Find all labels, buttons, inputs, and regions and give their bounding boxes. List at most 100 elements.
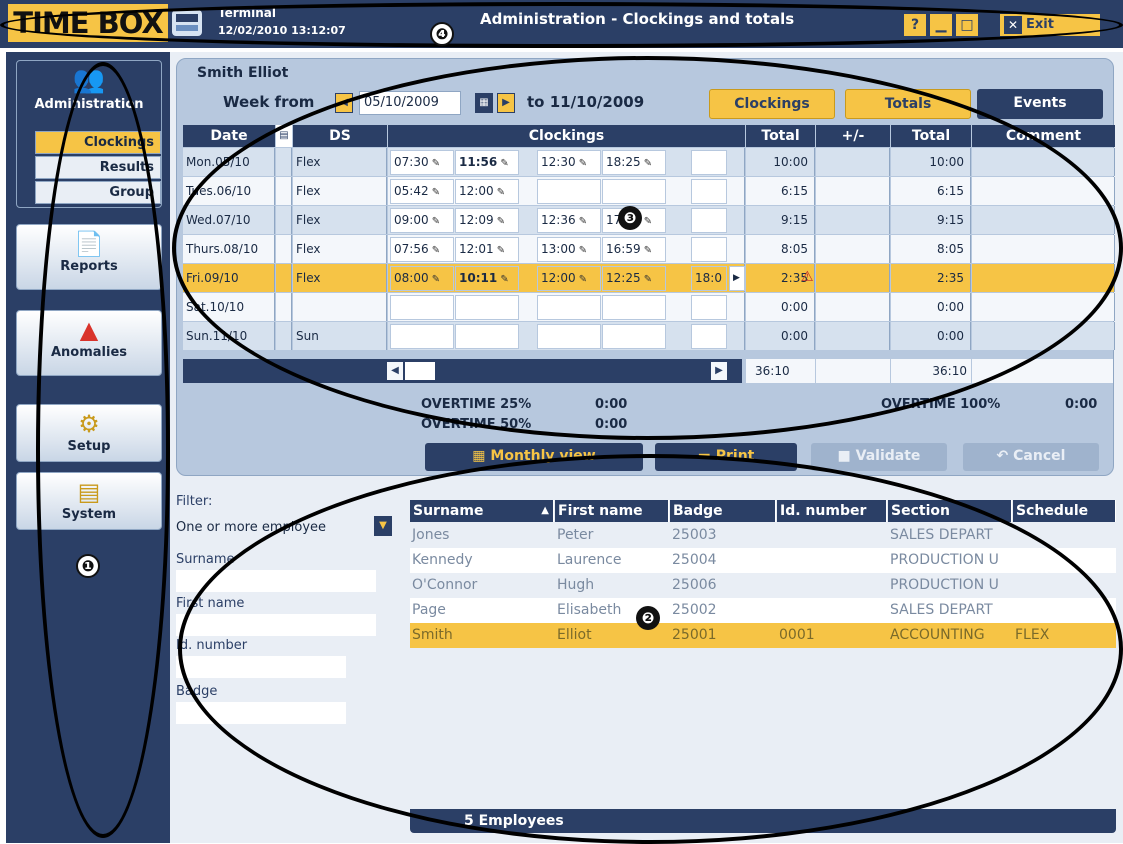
clocking-c2-field[interactable]	[455, 295, 519, 320]
clocking-row[interactable]: Thurs.08/10 Flex 8:05 8:05 07:56 ✎ 12:01 ✎ 13:…	[183, 235, 1115, 264]
sidebar-item-group[interactable]: Group	[35, 181, 161, 204]
sidebar-item-system[interactable]: ▤ System	[16, 472, 162, 530]
pencil-icon[interactable]: ✎	[494, 216, 505, 227]
clocking-c5-field[interactable]	[691, 208, 727, 233]
pencil-icon[interactable]: ✎	[494, 245, 505, 256]
clocking-c5-field[interactable]: 18:0	[691, 266, 727, 291]
cell-comment[interactable]	[972, 148, 1115, 176]
pencil-icon[interactable]: ✎	[497, 158, 508, 169]
clocking-row[interactable]: Mon.05/10 Flex 10:00 10:00 07:30 ✎ 11:56 ✎ 12:…	[183, 148, 1115, 177]
prev-week-button[interactable]: ◀	[335, 93, 353, 113]
col-id-number[interactable]: Id. number	[777, 500, 887, 522]
pencil-icon[interactable]: ✎	[497, 274, 508, 285]
clocking-c2-field[interactable]: 12:09 ✎	[455, 208, 519, 233]
sidebar-item-setup[interactable]: ⚙ Setup	[16, 404, 162, 462]
tab-totals[interactable]: Totals	[845, 89, 971, 119]
pencil-icon[interactable]: ✎	[429, 158, 440, 169]
id-number-field[interactable]	[176, 656, 346, 678]
sidebar-item-results[interactable]: Results	[35, 156, 161, 179]
clocking-c2-field[interactable]: 11:56 ✎	[455, 150, 519, 175]
minimize-button[interactable]: ▁	[930, 14, 952, 36]
clocking-c1-field[interactable]: 09:00 ✎	[390, 208, 454, 233]
next-week-button[interactable]: ▶	[497, 93, 515, 113]
pencil-icon[interactable]: ✎	[429, 245, 440, 256]
cell-comment[interactable]	[972, 206, 1115, 234]
help-button[interactable]: ?	[904, 14, 926, 36]
pencil-icon[interactable]: ✎	[429, 216, 440, 227]
sidebar-item-clockings[interactable]: Clockings	[35, 131, 161, 154]
clocking-c4-field[interactable]	[602, 324, 666, 349]
clocking-c5-field[interactable]	[691, 295, 727, 320]
clocking-c3-field[interactable]	[537, 179, 601, 204]
pencil-icon[interactable]: ✎	[494, 187, 505, 198]
table-row[interactable]: Smith Elliot 25001 0001 ACCOUNTING FLEX	[410, 623, 1116, 648]
date-from-field[interactable]: 05/10/2009	[359, 91, 461, 115]
filter-mode-select[interactable]: One or more employee	[176, 516, 370, 540]
sidebar-item-reports[interactable]: 📄 Reports	[16, 224, 162, 290]
clocking-c1-field[interactable]: 07:30 ✎	[390, 150, 454, 175]
table-row[interactable]: Jones Peter 25003 SALES DEPART	[410, 523, 1116, 548]
sidebar-item-administration[interactable]: 👥 Administration Clockings Results Group	[16, 60, 162, 208]
clocking-c4-field[interactable]: 18:25 ✎	[602, 150, 666, 175]
clocking-row[interactable]: Tues.06/10 Flex 6:15 6:15 05:42 ✎ 12:00 ✎	[183, 177, 1115, 206]
pencil-icon[interactable]: ✎	[576, 158, 587, 169]
cell-comment[interactable]	[972, 293, 1115, 321]
validate-button[interactable]: ■ Validate	[811, 443, 947, 471]
clocking-c3-field[interactable]	[537, 295, 601, 320]
table-row[interactable]: O'Connor Hugh 25006 PRODUCTION U	[410, 573, 1116, 598]
clocking-c1-field[interactable]: 07:56 ✎	[390, 237, 454, 262]
clocking-c1-field[interactable]: 08:00 ✎	[390, 266, 454, 291]
maximize-button[interactable]: □	[956, 14, 978, 36]
clocking-c1-field[interactable]	[390, 295, 454, 320]
pencil-icon[interactable]: ✎	[429, 274, 440, 285]
chevron-down-icon[interactable]: ▼	[374, 516, 392, 536]
clocking-c4-field[interactable]: 16:59 ✎	[602, 237, 666, 262]
cell-comment[interactable]	[972, 177, 1115, 205]
pencil-icon[interactable]: ✎	[576, 216, 587, 227]
clocking-c2-field[interactable]: 10:11 ✎	[455, 266, 519, 291]
tab-clockings[interactable]: Clockings	[709, 89, 835, 119]
sidebar-item-anomalies[interactable]: ▲ Anomalies	[16, 310, 162, 376]
clocking-c4-field[interactable]	[602, 295, 666, 320]
pencil-icon[interactable]: ✎	[641, 158, 652, 169]
cancel-button[interactable]: ↶ Cancel	[963, 443, 1099, 471]
clocking-c1-field[interactable]: 05:42 ✎	[390, 179, 454, 204]
clocking-c5-field[interactable]	[691, 179, 727, 204]
clocking-c2-field[interactable]: 12:01 ✎	[455, 237, 519, 262]
calendar-button[interactable]: ▦	[475, 93, 493, 113]
exit-button[interactable]: ✕ Exit	[1000, 14, 1100, 36]
cell-comment[interactable]	[972, 235, 1115, 263]
scroll-right-button[interactable]: ▶	[711, 362, 727, 380]
clocking-row[interactable]: Sun.11/10 Sun 0:00 0:00	[183, 322, 1115, 351]
col-section[interactable]: Section	[888, 500, 1012, 522]
badge-field[interactable]	[176, 702, 346, 724]
surname-field[interactable]	[176, 570, 376, 592]
clocking-c5-field[interactable]	[691, 324, 727, 349]
pencil-icon[interactable]: ✎	[576, 274, 587, 285]
scroll-left-button[interactable]: ◀	[387, 362, 403, 380]
monthly-view-button[interactable]: ▦ Monthly view	[425, 443, 643, 471]
clocking-c5-field[interactable]	[691, 150, 727, 175]
clocking-c3-field[interactable]: 12:36 ✎	[537, 208, 601, 233]
clocking-c4-field[interactable]: 12:25 ✎	[602, 266, 666, 291]
tab-events[interactable]: Events	[977, 89, 1103, 119]
pencil-icon[interactable]: ✎	[429, 187, 440, 198]
clocking-c4-field[interactable]	[602, 179, 666, 204]
clocking-row[interactable]: Sat.10/10 0:00 0:00	[183, 293, 1115, 322]
clocking-c2-field[interactable]: 12:00 ✎	[455, 179, 519, 204]
play-icon[interactable]: ▶	[729, 266, 745, 291]
clocking-c5-field[interactable]	[691, 237, 727, 262]
pencil-icon[interactable]: ✎	[576, 245, 587, 256]
cell-comment[interactable]	[972, 322, 1115, 350]
clocking-c3-field[interactable]: 12:00 ✎	[537, 266, 601, 291]
first-name-field[interactable]	[176, 614, 376, 636]
print-button[interactable]: ▬ Print	[655, 443, 797, 471]
table-row[interactable]: Page Elisabeth 25002 SALES DEPART	[410, 598, 1116, 623]
clocking-c1-field[interactable]	[390, 324, 454, 349]
scroll-thumb[interactable]	[405, 362, 435, 380]
clocking-c3-field[interactable]: 12:30 ✎	[537, 150, 601, 175]
col-badge[interactable]: Badge	[670, 500, 776, 522]
cell-comment[interactable]	[972, 264, 1115, 292]
pencil-icon[interactable]: ✎	[641, 216, 652, 227]
pencil-icon[interactable]: ✎	[641, 274, 652, 285]
